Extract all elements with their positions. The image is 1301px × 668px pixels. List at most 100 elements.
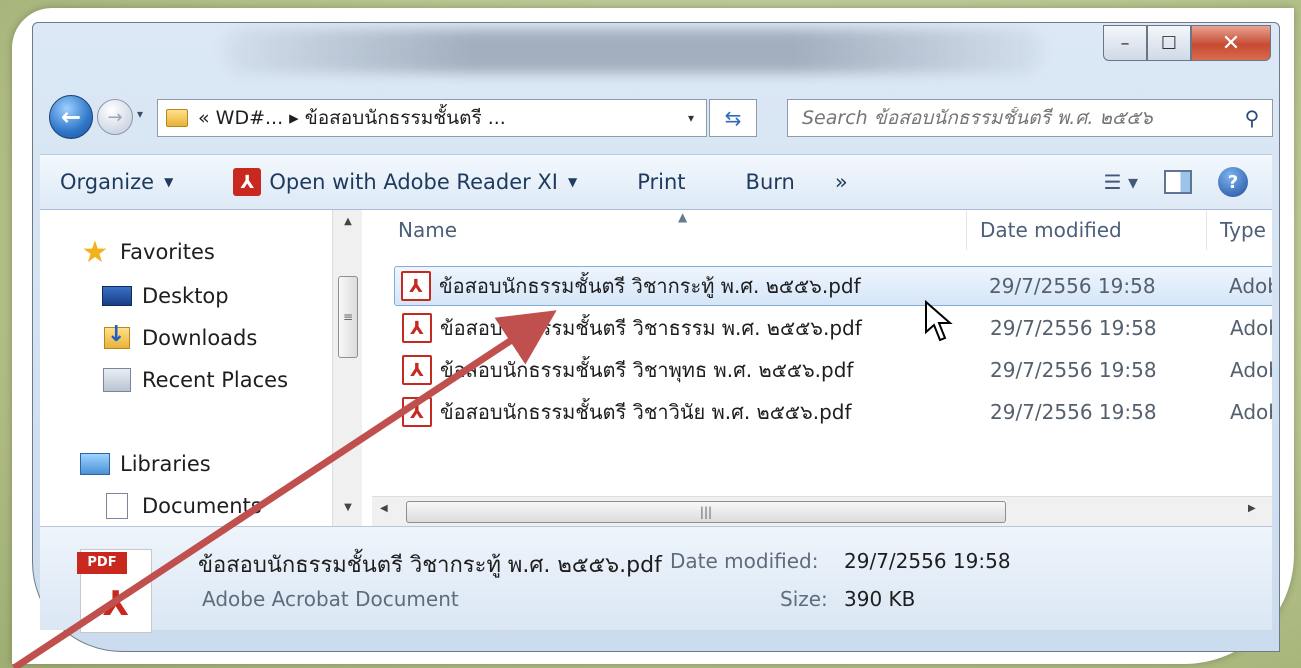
documents-icon (102, 493, 132, 519)
sidebar-label: Desktop (142, 284, 229, 308)
column-type[interactable]: Type (1220, 218, 1266, 242)
star-icon: ★ (81, 234, 109, 270)
table-row[interactable]: ⅄ ข้อสอบนักธรรมชั้นตรี วิชาธรรม พ.ศ. ๒๕๕… (396, 308, 1272, 348)
organize-label: Organize (60, 170, 155, 194)
search-box[interactable]: ⚲ (787, 99, 1273, 137)
column-divider[interactable] (966, 210, 967, 250)
table-row[interactable]: ⅄ ข้อสอบนักธรรมชั้นตรี วิชาพุทธ พ.ศ. ๒๕๕… (396, 350, 1272, 390)
sidebar-label: Recent Places (142, 368, 289, 392)
details-size-label: Size: (780, 587, 828, 611)
scroll-thumb[interactable]: ||| (406, 501, 1006, 523)
acrobat-mark-icon: ⅄ (103, 584, 129, 624)
sidebar-label: Downloads (142, 326, 258, 350)
maximize-button[interactable]: ☐ (1147, 25, 1191, 61)
column-header-row: ▲ Name Date modified Type (372, 210, 1272, 250)
help-icon[interactable]: ? (1218, 167, 1248, 197)
details-date-value: 29/7/2556 19:58 (844, 549, 1011, 573)
burn-button[interactable]: Burn (706, 170, 815, 194)
minimize-button[interactable]: – (1103, 25, 1147, 61)
sidebar-item-downloads[interactable]: Downloads (102, 322, 258, 350)
print-label: Print (637, 170, 686, 194)
open-with-button[interactable]: ⅄ Open with Adobe Reader XI ▼ (193, 168, 597, 196)
print-button[interactable]: Print (597, 170, 705, 194)
search-icon[interactable]: ⚲ (1232, 106, 1272, 130)
table-row[interactable]: ⅄ ข้อสอบนักธรรมชั้นตรี วิชากระทู้ พ.ศ. ๒… (394, 266, 1272, 306)
details-file-type: Adobe Acrobat Document (202, 587, 459, 611)
details-pane: PDF ⅄ ข้อสอบนักธรรมชั้นตรี วิชากระทู้ พ.… (40, 526, 1272, 633)
sidebar-item-libraries[interactable]: Libraries (80, 452, 211, 476)
address-dropdown-icon[interactable]: ▾ (676, 111, 706, 125)
refresh-button[interactable]: ⇆ (709, 99, 757, 137)
column-divider[interactable] (1206, 210, 1207, 250)
sidebar-item-favorites[interactable]: ★ Favorites (80, 234, 215, 270)
file-name: ข้อสอบนักธรรมชั้นตรี วิชากระทู้ พ.ศ. ๒๕๕… (439, 274, 861, 298)
file-type: Adob (1230, 316, 1272, 340)
column-name[interactable]: Name (398, 218, 457, 242)
file-date: 29/7/2556 19:58 (990, 316, 1157, 340)
details-file-name: ข้อสอบนักธรรมชั้นตรี วิชากระทู้ พ.ศ. ๒๕๕… (198, 553, 662, 578)
scroll-left-icon[interactable]: ◀ (380, 503, 388, 514)
burn-label: Burn (745, 170, 795, 194)
adobe-reader-icon: ⅄ (233, 168, 262, 196)
desktop-icon (102, 284, 132, 308)
sidebar-label: Libraries (120, 452, 211, 476)
scroll-thumb[interactable]: ≡ (338, 276, 358, 358)
preview-pane-icon[interactable] (1164, 170, 1192, 194)
recent-places-icon (102, 368, 132, 392)
blurred-title (223, 29, 1043, 73)
view-options-icon[interactable]: ☰ ▾ (1104, 170, 1138, 194)
file-date: 29/7/2556 19:58 (989, 274, 1156, 298)
mouse-pointer-icon (925, 300, 953, 342)
navigation-pane: ★ Favorites Desktop Downloads Recent Pla… (40, 210, 330, 526)
table-row[interactable]: ⅄ ข้อสอบนักธรรมชั้นตรี วิชาวินัย พ.ศ. ๒๕… (396, 392, 1272, 432)
sort-ascending-icon: ▲ (678, 210, 688, 224)
pdf-document-icon: PDF ⅄ (77, 549, 152, 633)
pdf-file-icon: ⅄ (402, 355, 432, 385)
pdf-file-icon: ⅄ (402, 397, 432, 427)
content-area: ★ Favorites Desktop Downloads Recent Pla… (40, 210, 1272, 526)
chevron-down-icon: ▼ (164, 175, 174, 189)
scroll-down-icon[interactable]: ▼ (333, 502, 363, 513)
more-commands-button[interactable]: » (815, 170, 868, 194)
address-bar[interactable]: « WD#... ▸ ข้อสอบนักธรรมชั้นตรี ... ▾ (157, 99, 707, 137)
recent-pages-dropdown[interactable]: ▾ (137, 107, 143, 121)
details-size-value: 390 KB (844, 587, 916, 611)
open-with-label: Open with Adobe Reader XI (269, 170, 558, 194)
sidebar-item-documents[interactable]: Documents (102, 493, 262, 519)
caption-buttons: – ☐ ✕ (1103, 25, 1271, 61)
forward-button[interactable]: → (97, 99, 133, 135)
toolbar-right: ☰ ▾ ? (1104, 167, 1272, 197)
address-row: ← → ▾ « WD#... ▸ ข้อสอบนักธรรมชั้นตรี ..… (33, 91, 1279, 143)
search-input[interactable] (802, 107, 1232, 129)
column-date-modified[interactable]: Date modified (980, 218, 1122, 242)
sidebar-label: Favorites (120, 240, 215, 264)
file-type: Adob (1230, 400, 1272, 424)
pdf-file-icon: ⅄ (401, 271, 431, 301)
file-date: 29/7/2556 19:58 (990, 400, 1157, 424)
close-button[interactable]: ✕ (1191, 25, 1271, 61)
libraries-icon (80, 452, 110, 476)
details-date-label: Date modified: (670, 549, 819, 573)
pdf-file-icon: ⅄ (402, 313, 432, 343)
file-name: ข้อสอบนักธรรมชั้นตรี วิชาพุทธ พ.ศ. ๒๕๕๖.… (440, 358, 854, 382)
back-button[interactable]: ← (49, 95, 93, 139)
command-bar: Organize ▼ ⅄ Open with Adobe Reader XI ▼… (40, 154, 1272, 210)
sidebar-item-recent-places[interactable]: Recent Places (102, 368, 288, 392)
breadcrumb[interactable]: « WD#... ▸ ข้อสอบนักธรรมชั้นตรี ... (198, 103, 676, 133)
folder-icon (166, 109, 188, 127)
scroll-right-icon[interactable]: ▶ (1248, 503, 1256, 514)
scroll-up-icon[interactable]: ▲ (333, 216, 363, 227)
file-type: Adob (1230, 358, 1272, 382)
downloads-icon (102, 322, 132, 350)
file-type: Adob (1229, 274, 1272, 298)
more-icon: » (834, 170, 848, 194)
file-list: ▲ Name Date modified Type ⅄ ข้อสอบนักธรร… (372, 210, 1272, 526)
organize-button[interactable]: Organize ▼ (40, 170, 193, 194)
file-name: ข้อสอบนักธรรมชั้นตรี วิชาวินัย พ.ศ. ๒๕๕๖… (440, 400, 852, 424)
sidebar-item-desktop[interactable]: Desktop (102, 284, 229, 308)
sidebar-label: Documents (142, 494, 262, 518)
file-name: ข้อสอบนักธรรมชั้นตรี วิชาธรรม พ.ศ. ๒๕๕๖.… (440, 316, 862, 340)
navigation-scrollbar[interactable]: ▲ ≡ ▼ (332, 210, 362, 526)
horizontal-scrollbar[interactable]: ◀ ||| ▶ (372, 496, 1272, 526)
chevron-down-icon: ▼ (568, 175, 578, 189)
